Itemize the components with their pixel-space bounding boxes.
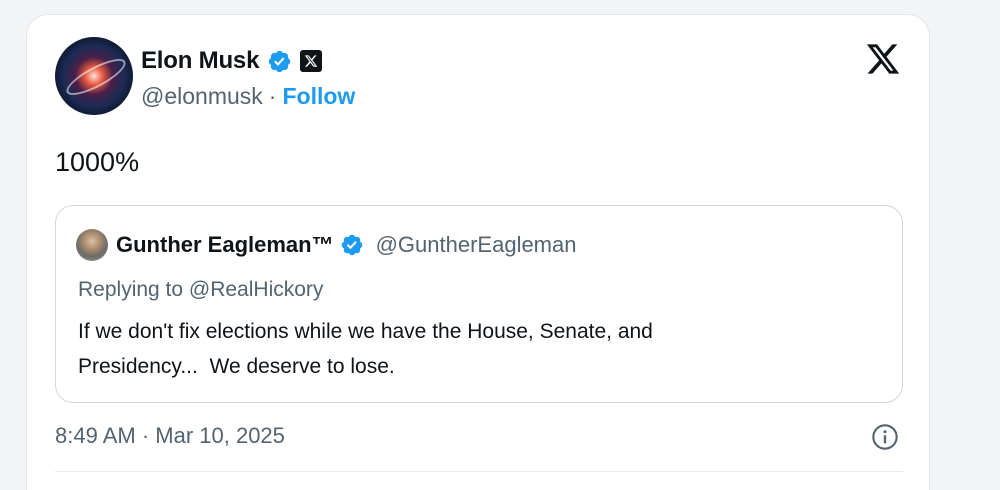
x-affiliate-icon (300, 50, 323, 72)
author-avatar[interactable] (55, 37, 133, 115)
screen-background: Elon Musk @elonmusk · Follow 1000% Gunther… (0, 0, 1000, 490)
quoted-text-line: If we don't fix elections while we have … (78, 320, 653, 343)
quoted-author-avatar[interactable] (76, 229, 108, 261)
quoted-text-line: Presidency... We deserve to lose. (78, 355, 395, 378)
quoted-post-text: If we don't fix elections while we have … (78, 314, 878, 384)
quoted-author-name[interactable]: Gunther Eagleman™ (116, 232, 334, 258)
handle-separator: · (268, 83, 277, 109)
author-handle-row: @elonmusk · Follow (141, 83, 355, 110)
x-logo-icon[interactable] (865, 41, 901, 77)
post-text: 1000% (55, 147, 140, 177)
reply-context[interactable]: Replying to @RealHickory (78, 278, 323, 302)
author-name-row: Elon Musk (141, 45, 323, 77)
quoted-author-handle[interactable]: @GuntherEagleman (376, 232, 577, 258)
quoted-author-row: Gunther Eagleman™ @GuntherEagleman (116, 230, 576, 260)
follow-button[interactable]: Follow (282, 83, 355, 109)
avatar-ring-graphic (62, 52, 130, 102)
author-name[interactable]: Elon Musk (141, 47, 259, 75)
post-card[interactable]: Elon Musk @elonmusk · Follow 1000% Gunther… (26, 14, 930, 490)
author-handle[interactable]: @elonmusk (141, 83, 263, 109)
quoted-post[interactable]: Gunther Eagleman™ @GuntherEagleman Reply… (55, 205, 903, 403)
verified-badge-icon (341, 234, 362, 256)
post-timestamp[interactable]: 8:49 AM · Mar 10, 2025 (55, 423, 285, 449)
verified-badge-icon (269, 50, 291, 72)
info-icon[interactable] (871, 423, 899, 451)
divider (55, 471, 903, 472)
